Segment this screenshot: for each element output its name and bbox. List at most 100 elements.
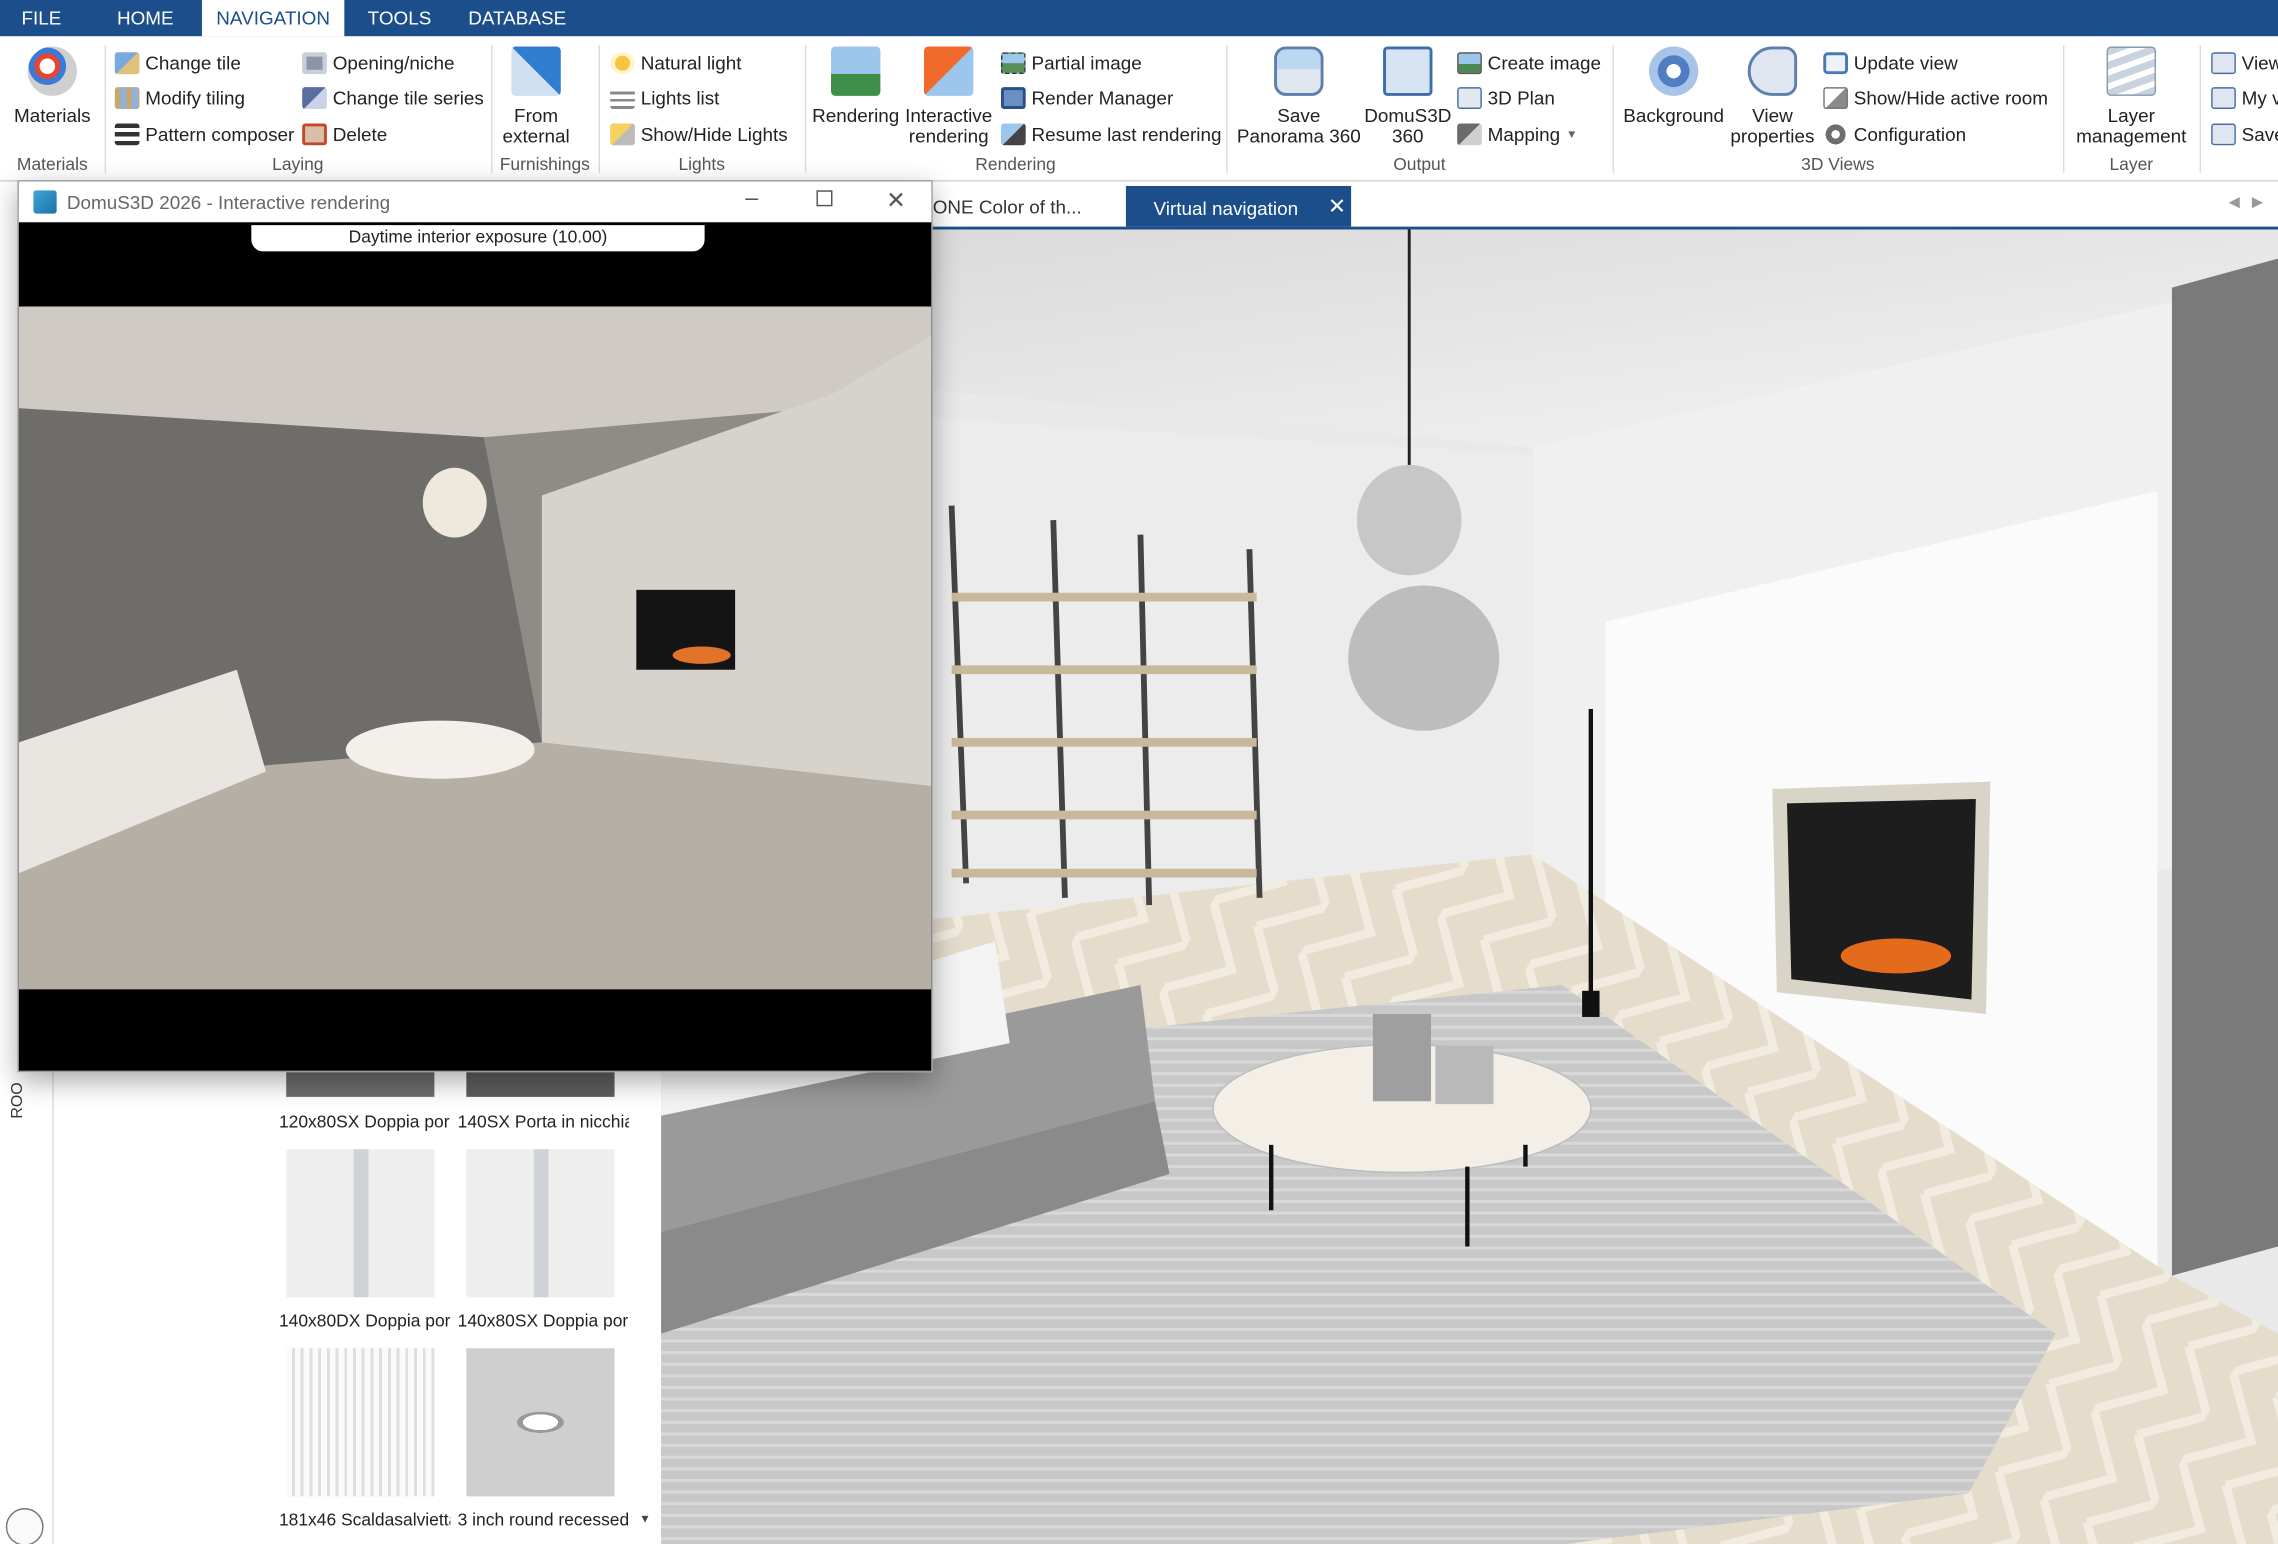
show-hide-lights-button[interactable]: Show/Hide Lights: [610, 119, 788, 148]
pattern-composer-button[interactable]: Pattern composer: [114, 119, 294, 148]
floor-lamp-base: [1582, 990, 1600, 1017]
layers-icon: [2106, 46, 2156, 96]
show-hide-active-room-button[interactable]: Show/Hide active room: [1823, 83, 2048, 112]
render-canvas[interactable]: Daytime interior exposure (10.00): [18, 222, 932, 1071]
group-label-3d-views: 3D Views: [1801, 153, 1875, 175]
catalog-grid: 120x80SX Doppia por 140SX Porta in nicch…: [268, 1064, 662, 1544]
render-image-icon: [831, 46, 881, 96]
app-window: FILE HOME NAVIGATION TOOLS DATABASE Mate…: [0, 0, 2278, 1544]
cloud-icon[interactable]: [5, 1508, 44, 1544]
opening-niche-button[interactable]: Opening/niche: [302, 48, 455, 77]
save-view-icon: [2211, 122, 2236, 145]
tab-database[interactable]: DATABASE: [459, 0, 575, 36]
tab-tools[interactable]: TOOLS: [357, 0, 441, 36]
partial-image-button[interactable]: Partial image: [1000, 48, 1142, 77]
exposure-label: Daytime interior exposure (10.00): [251, 225, 705, 252]
materials-button[interactable]: Materials: [9, 44, 96, 127]
gear-icon: [1823, 122, 1848, 145]
layer-management-button[interactable]: Layer management: [2069, 44, 2194, 147]
minimize-icon[interactable]: –: [745, 186, 758, 212]
modify-tiling-button[interactable]: Modify tiling: [114, 83, 245, 112]
3d-plan-button[interactable]: 3D Plan: [1457, 83, 1555, 112]
document-tabs: ONE Color of th... Virtual navigation ✕ …: [929, 185, 2278, 230]
render-manager-icon: [1000, 86, 1026, 109]
catalog-thumb[interactable]: [286, 1348, 435, 1497]
room-toggle-icon: [1823, 86, 1848, 109]
my-views-button[interactable]: My v: [2211, 83, 2278, 112]
save-view-button[interactable]: Save: [2211, 119, 2278, 148]
fire: [1840, 938, 1952, 974]
configuration-button[interactable]: Configuration: [1823, 119, 1966, 148]
catalog-item-label: 181x46 Scaldasalvietta: [278, 1509, 451, 1530]
catalog-thumb[interactable]: [286, 1149, 435, 1298]
app-logo-icon: [33, 190, 57, 214]
catalog-thumb[interactable]: [466, 1149, 615, 1298]
view-button[interactable]: View: [2211, 48, 2278, 77]
scroll-down-icon[interactable]: ▼: [639, 1512, 651, 1525]
delete-button[interactable]: Delete: [302, 119, 387, 148]
close-window-icon[interactable]: ✕: [886, 186, 905, 215]
sun-icon: [610, 51, 635, 74]
plan-3d-icon: [1457, 86, 1482, 109]
group-label-furnishings: Furnishings: [499, 153, 590, 175]
interactive-rendering-button[interactable]: Interactive rendering: [902, 44, 995, 147]
view-properties-button[interactable]: View properties: [1726, 44, 1819, 147]
mapping-icon: [1457, 122, 1482, 145]
render-fire: [672, 646, 731, 664]
tab-color-document[interactable]: ONE Color of th...: [930, 186, 1119, 227]
tab-file[interactable]: FILE: [0, 0, 83, 36]
catalog-item-label: 120x80SX Doppia por: [278, 1111, 450, 1132]
group-label-laying: Laying: [272, 153, 324, 175]
close-icon[interactable]: ✕: [1328, 193, 1346, 220]
tile-series-icon: [302, 86, 327, 109]
create-image-button[interactable]: Create image: [1457, 48, 1601, 77]
maximize-icon[interactable]: [816, 190, 833, 207]
camera-info-icon: [1747, 46, 1798, 96]
resume-last-rendering-button[interactable]: Resume last rendering: [1000, 119, 1222, 148]
mapping-dropdown[interactable]: Mapping ▼: [1457, 119, 1577, 148]
tab-navigation[interactable]: NAVIGATION: [201, 0, 345, 37]
background-button[interactable]: Background: [1616, 44, 1732, 127]
catalog-item-label: 140x80DX Doppia por: [278, 1310, 451, 1331]
render-table: [345, 720, 535, 779]
group-label-lights: Lights: [678, 153, 725, 175]
niche-icon: [302, 51, 327, 74]
catalog-item-label: 140x80SX Doppia por: [457, 1310, 629, 1331]
background-icon: [1648, 46, 1699, 96]
rendering-button[interactable]: Rendering: [809, 44, 902, 127]
domus3d-360-button[interactable]: DomuS3D 360: [1363, 44, 1453, 147]
render-preview-image: [18, 306, 932, 990]
from-external-button[interactable]: From external: [494, 44, 578, 147]
tab-home[interactable]: HOME: [102, 0, 189, 36]
save-panorama-360-button[interactable]: Save Panorama 360: [1232, 44, 1366, 147]
tab-scroll-right-icon[interactable]: ▶: [2252, 195, 2263, 211]
panorama-icon: [1274, 46, 1324, 96]
domus360-icon: [1383, 46, 1433, 96]
change-tile-button[interactable]: Change tile: [114, 48, 241, 77]
pattern-icon: [114, 122, 140, 145]
natural-light-button[interactable]: Natural light: [610, 48, 741, 77]
catalog-thumb[interactable]: [466, 1348, 615, 1497]
separator: [2199, 45, 2202, 173]
view-icon: [2211, 51, 2236, 74]
refresh-icon: [1823, 51, 1848, 74]
pendant-lamp-upper: [1356, 464, 1462, 576]
catalog-item-label: 140SX Porta in nicchia: [457, 1111, 630, 1132]
render-pendant: [422, 467, 487, 538]
interactive-rendering-window: DomuS3D 2026 - Interactive rendering – ✕…: [17, 180, 933, 1073]
resume-render-icon: [1000, 122, 1026, 145]
render-manager-button[interactable]: Render Manager: [1000, 83, 1173, 112]
tab-scroll-left-icon[interactable]: ◀: [2229, 195, 2240, 211]
menu-bar: FILE HOME NAVIGATION TOOLS DATABASE: [0, 0, 2278, 37]
rooms-vertical-tab[interactable]: ROO: [9, 1082, 26, 1118]
delete-icon: [302, 122, 327, 145]
interactive-render-icon: [923, 46, 974, 96]
change-tile-series-button[interactable]: Change tile series: [302, 83, 484, 112]
tab-virtual-navigation[interactable]: Virtual navigation ✕: [1125, 185, 1352, 227]
window-titlebar[interactable]: DomuS3D 2026 - Interactive rendering – ✕: [18, 181, 932, 223]
lights-list-button[interactable]: Lights list: [610, 83, 719, 112]
chevron-down-icon: ▼: [1565, 127, 1578, 141]
partial-image-icon: [1000, 51, 1026, 74]
tiling-icon: [114, 86, 140, 109]
update-view-button[interactable]: Update view: [1823, 48, 1958, 77]
